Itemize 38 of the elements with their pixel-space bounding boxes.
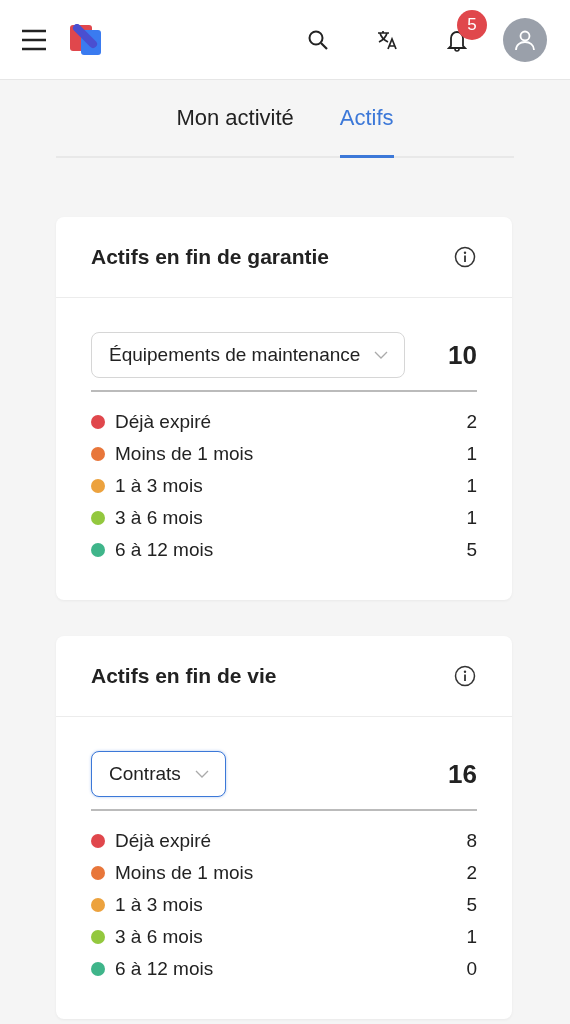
- avatar[interactable]: [503, 17, 547, 62]
- row-count: 2: [466, 411, 477, 433]
- row-label: 1 à 3 mois: [115, 475, 204, 497]
- row-count: 8: [466, 830, 477, 852]
- row-count: 0: [466, 958, 477, 980]
- row-count: 1: [466, 507, 477, 529]
- row-count: 5: [466, 539, 477, 561]
- card-title: Actifs en fin de garantie: [91, 245, 330, 269]
- card-title: Actifs en fin de vie: [91, 664, 277, 688]
- translate-icon[interactable]: [377, 28, 399, 51]
- row-count: 1: [466, 926, 477, 948]
- row-label: 6 à 12 mois: [115, 958, 215, 980]
- category-dropdown[interactable]: Équipements de maintenance: [91, 332, 406, 378]
- row-label: 3 à 6 mois: [115, 926, 204, 948]
- total-count: 16: [448, 758, 477, 790]
- info-icon[interactable]: [454, 246, 476, 268]
- row-label: 6 à 12 mois: [115, 539, 215, 561]
- row-label: Déjà expiré: [115, 411, 213, 433]
- search-icon[interactable]: [307, 28, 329, 51]
- row-count: 5: [466, 894, 477, 916]
- chevron-icon: [374, 350, 389, 360]
- tab[interactable]: Actifs: [339, 105, 394, 158]
- row-label: 1 à 3 mois: [115, 894, 204, 916]
- tab[interactable]: Mon activité: [176, 105, 294, 158]
- menu-icon[interactable]: [21, 28, 47, 51]
- category-dropdown[interactable]: Contrats: [91, 751, 226, 797]
- logo-icon[interactable]: [69, 23, 103, 56]
- row-label: 3 à 6 mois: [115, 507, 204, 529]
- row-count: 1: [466, 475, 477, 497]
- info-icon[interactable]: [454, 665, 476, 687]
- row-label: Moins de 1 mois: [115, 443, 255, 465]
- row-label: Déjà expiré: [115, 830, 213, 852]
- row-label: Moins de 1 mois: [115, 862, 255, 884]
- notification-badge: 5: [457, 9, 487, 40]
- row-count: 1: [466, 443, 477, 465]
- total-count: 10: [448, 339, 477, 371]
- chevron-icon: [194, 769, 209, 779]
- row-count: 2: [466, 862, 477, 884]
